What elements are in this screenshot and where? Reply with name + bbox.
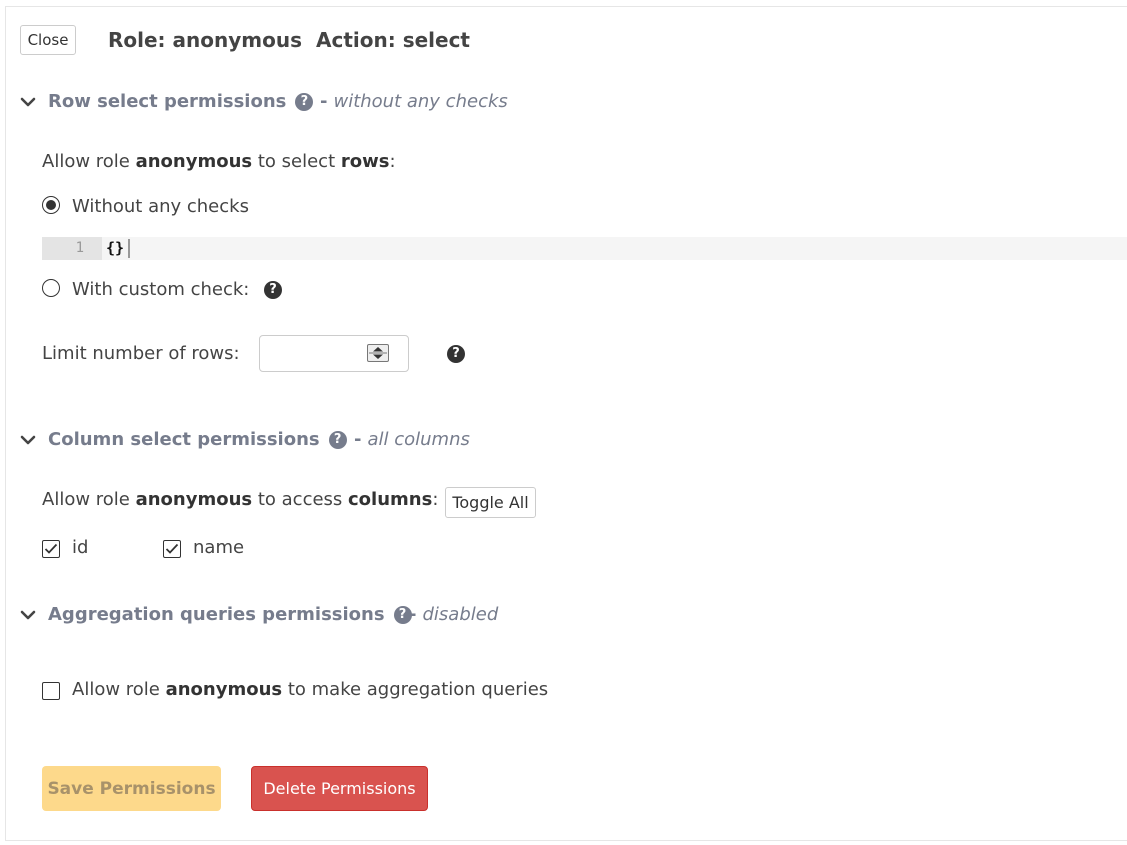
chevron-down-icon: [20, 610, 36, 619]
aggregation-section-header[interactable]: Aggregation queries permissions ?: [20, 604, 412, 625]
limit-rows-label: Limit number of rows:: [42, 343, 240, 364]
check-icon: [44, 543, 58, 554]
question-circle-icon[interactable]: ?: [328, 430, 347, 449]
column-section-title: Column select permissions: [48, 429, 320, 450]
check-icon: [165, 543, 179, 554]
custom-check-radio[interactable]: [42, 279, 60, 297]
check-editor[interactable]: 1 {}: [42, 237, 1127, 260]
chevron-down-icon: [20, 435, 36, 444]
action-title: Action: select: [316, 28, 470, 52]
column-allow-text: Allow role anonymous to access columns:: [42, 489, 439, 510]
aggregation-label[interactable]: Allow role anonymous to make aggregation…: [72, 679, 548, 700]
row-section-header[interactable]: Row select permissions ?: [20, 91, 314, 112]
column-label-id[interactable]: id: [72, 537, 88, 558]
save-permissions-button[interactable]: Save Permissions: [42, 766, 221, 811]
number-spinner-icon[interactable]: [367, 344, 389, 362]
custom-check-label[interactable]: With custom check:: [72, 279, 249, 300]
question-circle-icon[interactable]: ?: [295, 92, 314, 111]
question-circle-icon[interactable]: ?: [264, 281, 282, 299]
without-checks-label[interactable]: Without any checks: [72, 196, 249, 217]
row-section-note: - without any checks: [320, 91, 508, 112]
limit-rows-input[interactable]: [259, 335, 409, 372]
without-checks-radio[interactable]: [42, 196, 60, 214]
column-section-note: - all columns: [354, 429, 470, 450]
toggle-all-button[interactable]: Toggle All: [445, 487, 536, 518]
column-checkbox-id[interactable]: [42, 540, 60, 558]
editor-code[interactable]: {}: [106, 237, 124, 260]
aggregation-section-note: - disabled: [409, 604, 499, 625]
column-label-name[interactable]: name: [193, 537, 244, 558]
question-circle-icon[interactable]: ?: [447, 345, 465, 363]
aggregation-section-title: Aggregation queries permissions: [48, 604, 385, 625]
delete-permissions-button[interactable]: Delete Permissions: [251, 766, 428, 811]
close-button[interactable]: Close: [20, 25, 76, 55]
editor-line-number: 1: [42, 237, 102, 260]
role-title: Role: anonymous: [108, 28, 302, 52]
aggregation-checkbox[interactable]: [42, 682, 60, 700]
permissions-panel: [5, 6, 1127, 841]
column-checkbox-name[interactable]: [163, 540, 181, 558]
row-section-title: Row select permissions: [48, 91, 287, 112]
chevron-down-icon: [20, 97, 36, 106]
row-allow-text: Allow role anonymous to select rows:: [42, 151, 396, 172]
column-section-header[interactable]: Column select permissions ?: [20, 429, 347, 450]
editor-cursor: [128, 239, 130, 258]
